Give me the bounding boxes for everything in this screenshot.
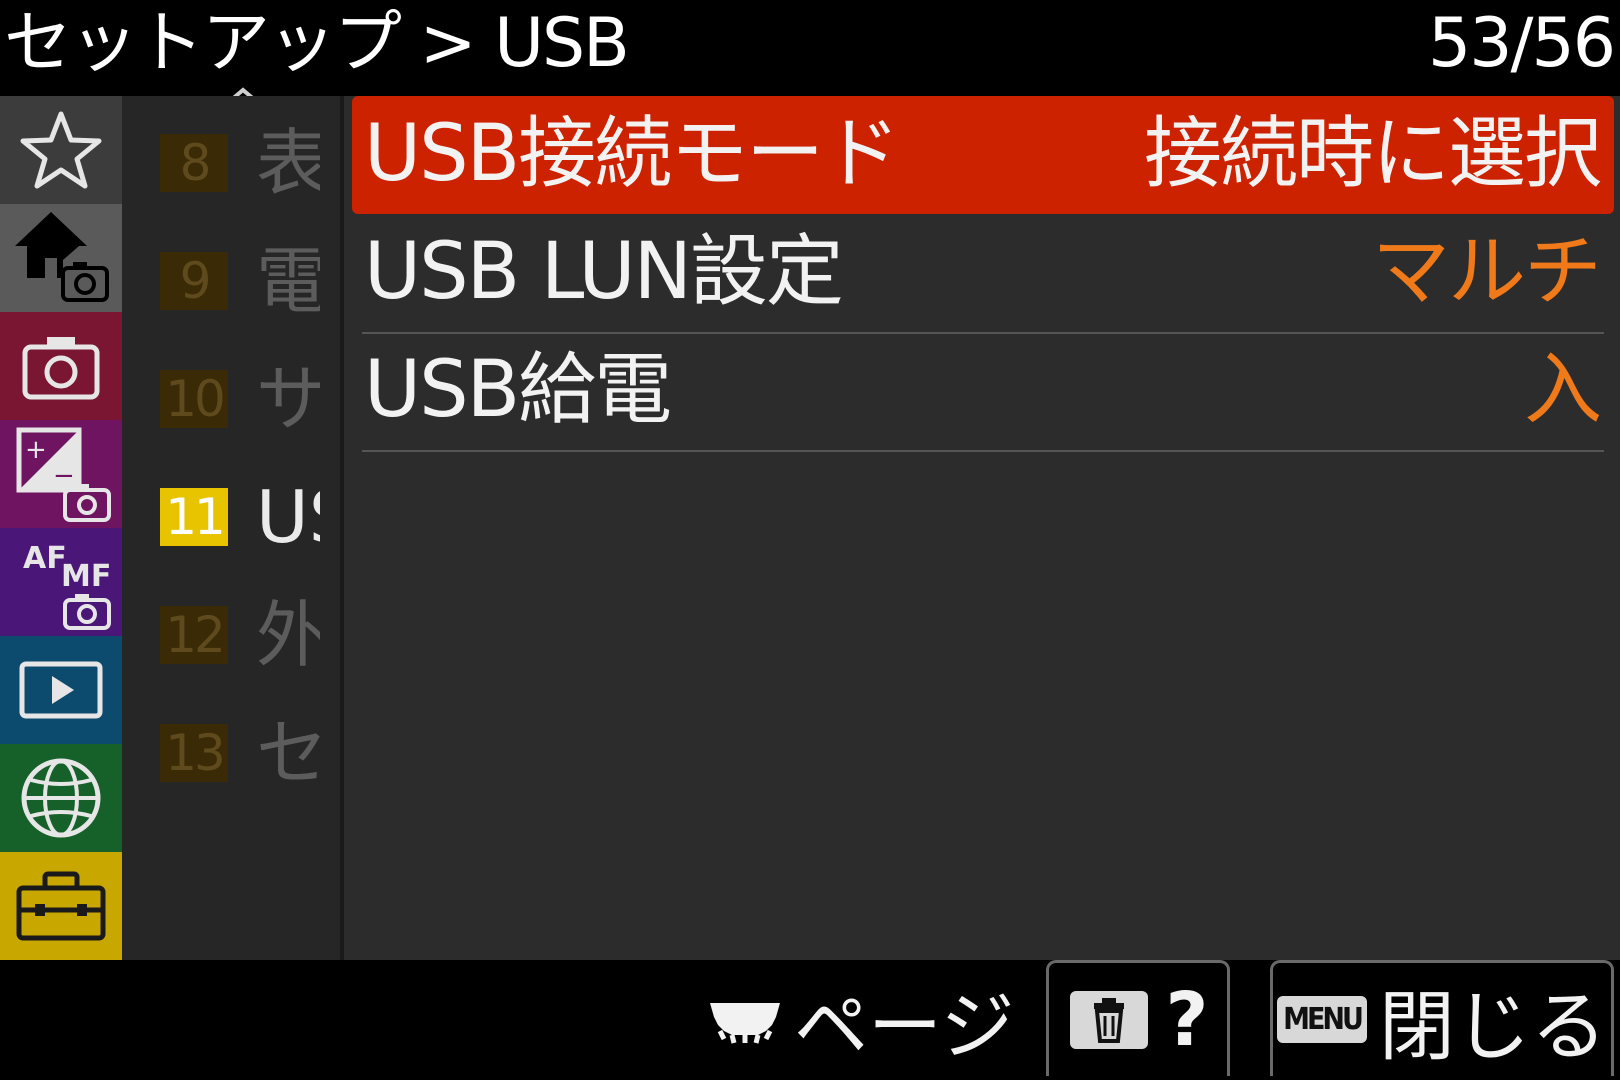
globe-icon [21, 758, 101, 838]
trash-key-icon [1069, 990, 1148, 1049]
divider [362, 450, 1604, 452]
subcategory-label: 電 [256, 239, 320, 323]
exposure-camera-icon: + − [16, 427, 111, 522]
camera-icon [22, 337, 100, 400]
close-label: 閉じる [1378, 981, 1607, 1071]
menu-key-icon: MENU [1277, 996, 1367, 1043]
category-tabs: + − AF MF [0, 96, 122, 960]
subcategory-number: 11 [160, 488, 228, 546]
tab-favorites[interactable] [0, 96, 122, 204]
subcategory-item-11[interactable]: 11 US [160, 460, 340, 572]
tab-focus[interactable]: AF MF [0, 528, 122, 636]
help-button[interactable]: ? [1046, 960, 1230, 1076]
subcategory-item-10[interactable]: 10 サ [160, 342, 340, 454]
tab-network[interactable] [0, 744, 122, 852]
subcategory-item-13[interactable]: 13 セ [160, 696, 340, 808]
tab-exposure-color[interactable]: + − [0, 420, 122, 528]
subcategory-label: 外 [256, 593, 320, 677]
subcategory-number: 12 [160, 606, 228, 664]
close-button[interactable]: MENU 閉じる [1270, 960, 1614, 1076]
tab-playback[interactable] [0, 636, 122, 744]
menu-item-label: USB接続モード [364, 109, 900, 199]
home-camera-icon [15, 212, 109, 302]
help-label: ? [1165, 976, 1209, 1063]
menu-panel: USB接続モード 接続時に選択 USB LUN設定 マルチ USB給電 入 [340, 96, 1620, 960]
subcategory-label: サ [256, 357, 320, 441]
tab-setup[interactable] [0, 852, 122, 960]
page-label: ページ [794, 983, 1015, 1070]
subcategory-number: 9 [160, 252, 228, 310]
star-icon [20, 111, 102, 189]
menu-item-label: USB給電 [364, 345, 672, 435]
page-hint: ページ [706, 978, 1015, 1070]
toolbox-icon [16, 871, 106, 941]
subcategory-label: 表 [256, 121, 320, 205]
svg-text:−: − [53, 461, 75, 491]
menu-item-usb-power-supply[interactable]: USB給電 入 [352, 332, 1614, 450]
menu-item-value: マルチ [1371, 227, 1602, 317]
subcategory-label: US [256, 475, 320, 559]
control-wheel-icon [710, 1003, 780, 1044]
subcategory-item-12[interactable]: 12 外 [160, 578, 340, 690]
menu-item-usb-lun-setting[interactable]: USB LUN設定 マルチ [352, 214, 1614, 332]
page-counter: 53/56 [1428, 4, 1616, 83]
subcategory-label: セ [256, 711, 320, 795]
af-mf-camera-icon: AF MF [23, 541, 111, 630]
subcategory-number: 8 [160, 134, 228, 192]
tab-main[interactable] [0, 204, 122, 312]
footer-bar: ページ ? MENU 閉じる [0, 960, 1620, 1080]
menu-item-label: USB LUN設定 [364, 227, 844, 317]
subcategory-item-9[interactable]: 9 電 [160, 224, 340, 336]
svg-text:+: + [25, 435, 47, 465]
svg-text:MF: MF [61, 559, 111, 594]
subcategory-item-8[interactable]: 8 表 [160, 106, 340, 218]
subcategory-number: 13 [160, 724, 228, 782]
menu-item-usb-connection-mode[interactable]: USB接続モード 接続時に選択 [352, 96, 1614, 214]
menu-item-value: 接続時に選択 [1143, 109, 1602, 199]
subcategory-number: 10 [160, 370, 228, 428]
tab-shooting[interactable] [0, 312, 122, 420]
header-bar: セットアップ > USB 53/56 [0, 0, 1620, 96]
menu-item-value: 入 [1523, 345, 1602, 435]
play-icon [19, 661, 103, 719]
page-title: セットアップ > USB [4, 4, 630, 83]
subcategory-list: 8 表 9 電 10 サ 11 US 12 外 13 セ [122, 96, 340, 960]
